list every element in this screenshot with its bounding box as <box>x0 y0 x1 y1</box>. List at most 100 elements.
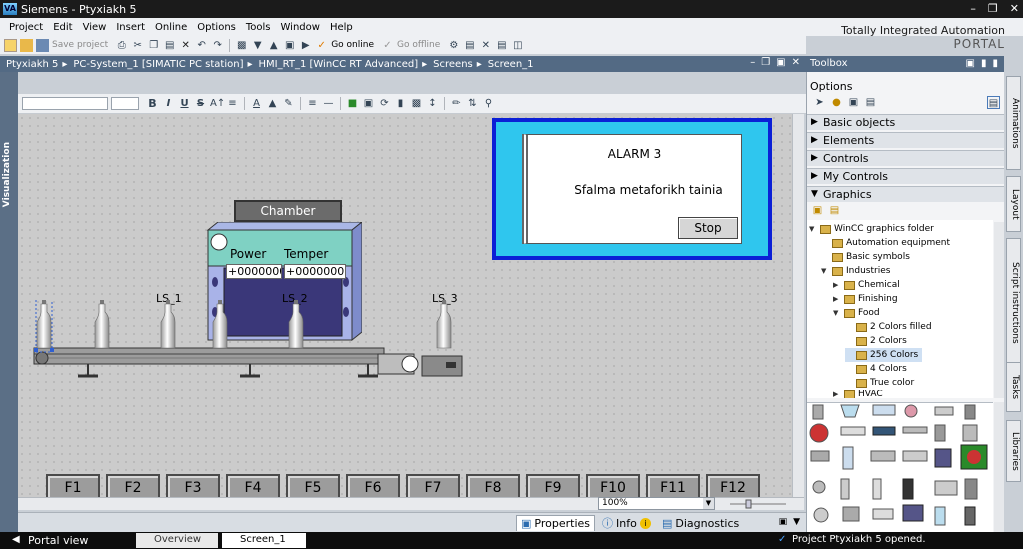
print-icon[interactable]: ⎙ <box>115 39 128 52</box>
go-offline-icon[interactable]: ✓ <box>381 39 394 52</box>
tree-item-finishing[interactable]: ▶ Finishing <box>833 292 898 306</box>
redo-icon[interactable]: ↷ <box>211 39 224 52</box>
tree-item-hvac[interactable]: ▶ HVAC <box>833 390 883 398</box>
menu-options[interactable]: Options <box>194 22 243 33</box>
accessible-devices-icon[interactable]: ⚙ <box>447 39 460 52</box>
tab-diagnostics[interactable]: ▤ Diagnostics <box>658 515 743 531</box>
pointer-icon[interactable]: ➤ <box>813 96 826 109</box>
go-offline-button[interactable]: Go offline <box>397 40 440 50</box>
minimize-icon[interactable]: – <box>970 2 976 15</box>
editor-close-icon[interactable]: ✕ <box>792 57 800 68</box>
menu-project[interactable]: Project <box>6 22 50 33</box>
chevron-down-icon[interactable]: ▼ <box>703 498 714 509</box>
temper-io-field[interactable]: +0000000 <box>284 264 346 279</box>
remove-folder-link-icon[interactable]: ▤ <box>828 204 841 217</box>
open-project-icon[interactable] <box>20 38 33 52</box>
zoom-slider[interactable] <box>728 498 788 509</box>
fill-color-icon[interactable]: ▲ <box>266 97 279 110</box>
crumb-screen-1[interactable]: Screen_1 <box>488 59 534 70</box>
split-vertical-icon[interactable]: ◫ <box>511 39 524 52</box>
tree-item-automation[interactable]: Automation equipment <box>821 236 950 250</box>
view-icon[interactable]: ▤ <box>864 96 877 109</box>
editor-minimize-icon[interactable]: – <box>750 57 755 68</box>
font-color-icon[interactable]: A <box>250 97 263 110</box>
canvas-vertical-scrollbar[interactable] <box>792 114 804 497</box>
tree-item-256-colors[interactable]: 256 Colors <box>845 348 923 362</box>
tree-item-food[interactable]: ▼ Food <box>833 306 880 320</box>
portal-view-button[interactable]: Portal view <box>28 534 88 547</box>
group-icon[interactable]: ▣ <box>362 97 375 110</box>
visualization-tab[interactable]: Visualization <box>0 72 18 532</box>
tree-item-industries[interactable]: ▼ Industries <box>821 264 890 278</box>
stop-button[interactable]: Stop <box>678 217 738 239</box>
bring-front-icon[interactable]: ■ <box>346 97 359 110</box>
rotate-icon[interactable]: ⟳ <box>378 97 391 110</box>
line-width-icon[interactable]: ≡ <box>306 97 319 110</box>
font-size-combo[interactable] <box>111 97 139 110</box>
editor-float-icon[interactable]: ❐ <box>761 57 770 68</box>
restore-icon[interactable]: ❐ <box>988 2 998 15</box>
distribute-icon[interactable]: ▮ <box>394 97 407 110</box>
tree-item-4-colors[interactable]: 4 Colors <box>845 362 907 376</box>
tab-tasks[interactable]: Tasks <box>1006 362 1021 412</box>
zoom-select[interactable]: 100% ▼ <box>598 497 715 510</box>
tree-item-2-colors[interactable]: 2 Colors <box>845 334 907 348</box>
tab-info[interactable]: ⓘ Info i <box>598 515 655 531</box>
tab-properties[interactable]: ▣ Properties <box>516 515 595 531</box>
zoom-tool-icon[interactable]: ⚲ <box>482 97 495 110</box>
screen-1-tab[interactable]: Screen_1 <box>222 533 306 548</box>
line-end-icon[interactable]: — <box>322 97 335 110</box>
crumb-hmi-rt[interactable]: HMI_RT_1 [WinCC RT Advanced] <box>259 59 419 70</box>
tab-layout[interactable]: Layout <box>1006 176 1021 232</box>
go-online-button[interactable]: Go online <box>331 40 374 50</box>
paste-icon[interactable]: ▤ <box>163 39 176 52</box>
crumb-screens[interactable]: Screens <box>433 59 473 70</box>
menu-edit[interactable]: Edit <box>50 22 79 33</box>
italic-icon[interactable]: I <box>162 97 175 110</box>
monitor-icon[interactable]: ▤ <box>463 39 476 52</box>
cross-reference-icon[interactable]: ✕ <box>479 39 492 52</box>
tree-item-chemical[interactable]: ▶ Chemical <box>833 278 900 292</box>
strikethrough-icon[interactable]: S <box>194 97 207 110</box>
compile-icon[interactable]: ▩ <box>235 39 248 52</box>
category-controls[interactable]: ▶ Controls <box>807 150 1005 166</box>
close-icon[interactable]: ✕ <box>1010 2 1019 15</box>
line-color-icon[interactable]: ✎ <box>282 97 295 110</box>
layers-icon[interactable]: ⇅ <box>466 97 479 110</box>
conveyor-graphic[interactable] <box>28 300 478 384</box>
user-icon[interactable]: ● <box>830 96 843 109</box>
tab-script-instructions[interactable]: Script instructions <box>1006 238 1021 368</box>
graphics-thumbnails[interactable] <box>807 403 993 533</box>
power-io-field[interactable]: +0000000 <box>226 264 282 279</box>
category-graphics[interactable]: ▼ Graphics <box>807 186 1005 202</box>
list-view-icon[interactable]: ▤ <box>987 96 1000 109</box>
align-objects-icon[interactable]: ▩ <box>410 97 423 110</box>
menu-online[interactable]: Online <box>152 22 194 33</box>
upload-icon[interactable]: ▲ <box>267 39 280 52</box>
category-elements[interactable]: ▶ Elements <box>807 132 1005 148</box>
menu-insert[interactable]: Insert <box>113 22 152 33</box>
alarm-window[interactable]: ALARM 3 Sfalma metaforikh tainia Stop <box>492 118 772 260</box>
underline-icon[interactable]: U <box>178 97 191 110</box>
menu-help[interactable]: Help <box>327 22 360 33</box>
toolbox-float-icon[interactable]: ▣ <box>966 56 975 72</box>
add-folder-icon[interactable]: ▣ <box>847 96 860 109</box>
toolbox-collapse-icon[interactable]: ▮ <box>992 56 998 72</box>
chevron-left-icon[interactable]: ◀ <box>12 534 20 545</box>
toolbox-pin-icon[interactable]: ▮ <box>981 56 987 72</box>
new-project-icon[interactable] <box>4 38 17 52</box>
tree-item-wincc-graphics[interactable]: ▼ WinCC graphics folder <box>809 222 934 236</box>
tree-item-2-colors-filled[interactable]: 2 Colors filled <box>845 320 932 334</box>
save-project-button[interactable]: Save project <box>52 40 108 50</box>
tree-item-basic-symbols[interactable]: Basic symbols <box>821 250 910 264</box>
same-size-icon[interactable]: ↕ <box>426 97 439 110</box>
font-grow-icon[interactable]: A↑ <box>210 97 225 110</box>
tree-item-true-color[interactable]: True color <box>845 376 914 390</box>
crumb-project[interactable]: Ptyxiakh 5 <box>6 59 58 70</box>
go-online-icon[interactable]: ✓ <box>315 39 328 52</box>
inspector-float-icon[interactable]: ▣ <box>779 517 788 527</box>
delete-icon[interactable]: ✕ <box>179 39 192 52</box>
menu-window[interactable]: Window <box>278 22 327 33</box>
category-basic-objects[interactable]: ▶ Basic objects <box>807 114 1005 130</box>
copy-icon[interactable]: ❐ <box>147 39 160 52</box>
